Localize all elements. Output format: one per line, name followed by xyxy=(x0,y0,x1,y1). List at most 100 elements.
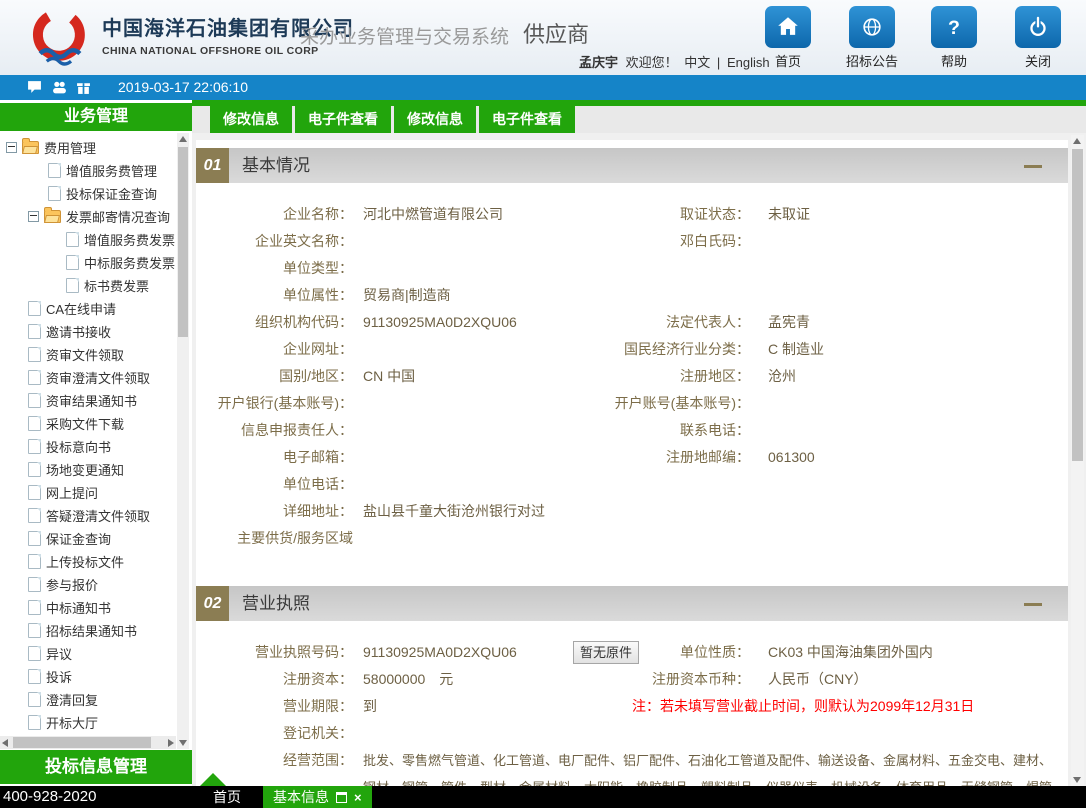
sidebar-item-label: 发票邮寄情况查询 xyxy=(66,207,170,226)
file-icon xyxy=(28,439,41,454)
sidebar-item[interactable]: 投诉 xyxy=(0,665,176,688)
sidebar-item[interactable]: 投标意向书 xyxy=(0,435,176,458)
sidebar-item[interactable]: CA在线申请 xyxy=(0,297,176,320)
sidebar-item[interactable]: 网上提问 xyxy=(0,481,176,504)
file-icon xyxy=(28,393,41,408)
sidebar-item[interactable]: 保证金查询 xyxy=(0,527,176,550)
scroll-down-arrow[interactable] xyxy=(1073,777,1081,783)
field-value: 孟宪青 xyxy=(768,309,810,336)
sidebar-item[interactable]: 费用管理 xyxy=(0,136,176,159)
nav-help[interactable]: ? 帮助 xyxy=(918,6,990,70)
scroll-up-arrow[interactable] xyxy=(179,136,187,142)
field-label: 国别/地区： xyxy=(196,363,353,390)
welcome-text: 欢迎您！ xyxy=(626,55,678,70)
file-icon xyxy=(28,301,41,316)
tab-eattachment-view-1[interactable]: 电子件查看 xyxy=(295,106,391,133)
sidebar-item[interactable]: 发票邮寄情况查询 xyxy=(0,205,176,228)
sidebar-section-bid-info[interactable]: 投标信息管理 xyxy=(0,750,192,784)
message-icon[interactable] xyxy=(27,80,42,95)
sidebar-item[interactable]: 资审结果通知书 xyxy=(0,389,176,412)
lang-zh-link[interactable]: 中文 xyxy=(684,55,710,70)
tab-modify-info-1[interactable]: 修改信息 xyxy=(210,106,292,133)
toolbar-tabs: 修改信息 电子件查看 修改信息 电子件查看 xyxy=(192,106,1086,133)
sidebar-vertical-scrollbar[interactable] xyxy=(177,133,189,749)
main-vertical-scrollbar[interactable] xyxy=(1071,135,1084,786)
scrollbar-thumb[interactable] xyxy=(178,147,188,337)
sidebar-item-label: 资审澄清文件领取 xyxy=(46,368,150,387)
scroll-up-arrow[interactable] xyxy=(1073,138,1081,144)
field-value: 061300 xyxy=(768,444,815,471)
file-icon xyxy=(28,646,41,661)
scrollbar-thumb[interactable] xyxy=(13,737,151,748)
file-icon xyxy=(28,531,41,546)
sidebar-item[interactable]: 资审澄清文件领取 xyxy=(0,366,176,389)
sidebar-item[interactable]: 异议 xyxy=(0,642,176,665)
form-row: 主要供货/服务区域 xyxy=(196,525,1068,552)
sidebar-item[interactable]: 采购文件下载 xyxy=(0,412,176,435)
sidebar-section-business[interactable]: 业务管理 xyxy=(0,103,192,131)
expand-toggle-icon[interactable] xyxy=(28,211,39,222)
scroll-down-arrow[interactable] xyxy=(179,740,187,746)
power-icon[interactable] xyxy=(1015,6,1061,48)
contacts-icon[interactable] xyxy=(52,80,67,95)
sidebar-item[interactable]: 增值服务费管理 xyxy=(0,159,176,182)
nav-tender-announcements[interactable]: 招标公告 xyxy=(836,6,908,70)
file-icon xyxy=(28,554,41,569)
sidebar-item[interactable]: 参与报价 xyxy=(0,573,176,596)
home-icon[interactable] xyxy=(765,6,811,48)
expand-toggle-icon[interactable] xyxy=(6,142,17,153)
current-datetime: 2019-03-17 22:06:10 xyxy=(118,79,248,95)
sidebar-item-label: 异议 xyxy=(46,644,72,663)
sidebar-item[interactable]: 资审文件领取 xyxy=(0,343,176,366)
sidebar-item[interactable]: 上传投标文件 xyxy=(0,550,176,573)
section-basic-info-header: 01 基本情况 xyxy=(196,148,1068,183)
sidebar-item-label: 投标意向书 xyxy=(46,437,111,456)
file-icon xyxy=(28,692,41,707)
globe-icon[interactable] xyxy=(849,6,895,48)
restore-window-icon[interactable] xyxy=(336,792,347,803)
collapse-icon[interactable] xyxy=(1024,603,1042,606)
status-bar: 2019-03-17 22:06:10 xyxy=(0,75,1086,100)
tab-modify-info-2[interactable]: 修改信息 xyxy=(394,106,476,133)
sidebar-item[interactable]: 增值服务费发票 xyxy=(0,228,176,251)
file-icon xyxy=(28,600,41,615)
field-value: 河北中燃管道有限公司 xyxy=(363,201,503,228)
sidebar-item[interactable]: 投标保证金查询 xyxy=(0,182,176,205)
help-icon[interactable]: ? xyxy=(931,6,977,48)
file-icon xyxy=(28,462,41,477)
gift-icon[interactable] xyxy=(76,80,91,95)
nav-home[interactable]: 首页 xyxy=(752,6,824,70)
nav-close[interactable]: 关闭 xyxy=(1002,6,1074,70)
scrollbar-thumb[interactable] xyxy=(1072,149,1083,461)
footer-home-link[interactable]: 首页 xyxy=(213,786,241,808)
file-icon xyxy=(28,508,41,523)
form-row: 详细地址：盐山县千童大街沧州银行对过 xyxy=(196,498,1068,525)
field-label: 注册地邮编： xyxy=(570,444,750,471)
sidebar-item[interactable]: 场地变更通知 xyxy=(0,458,176,481)
field-label: 企业名称： xyxy=(196,201,353,228)
form-row: 国别/地区：CN 中国注册地区：沧州 xyxy=(196,363,1068,390)
sidebar-item[interactable]: 答疑澄清文件领取 xyxy=(0,504,176,527)
sidebar-horizontal-scrollbar[interactable] xyxy=(0,736,176,749)
footer-tab-basic-info[interactable]: 基本信息 × xyxy=(263,786,372,808)
field-label: 企业网址： xyxy=(196,336,353,363)
sidebar-item[interactable]: 中标通知书 xyxy=(0,596,176,619)
sidebar-item[interactable]: 开标大厅 xyxy=(0,711,176,734)
system-name: 采办业务管理与交易系统 xyxy=(300,22,509,49)
scroll-right-arrow[interactable] xyxy=(168,739,174,747)
sidebar-item[interactable]: 中标服务费发票 xyxy=(0,251,176,274)
scroll-left-arrow[interactable] xyxy=(2,739,8,747)
sidebar-item[interactable]: 邀请书接收 xyxy=(0,320,176,343)
close-tab-icon[interactable]: × xyxy=(354,790,362,805)
section-number: 01 xyxy=(196,148,229,183)
business-license-form: 营业执照号码：91130925MA0D2XQU06暂无原件单位性质：CK03 中… xyxy=(196,639,1068,774)
sidebar-item[interactable]: 标书费发票 xyxy=(0,274,176,297)
sidebar-item[interactable]: 招标结果通知书 xyxy=(0,619,176,642)
tab-eattachment-view-2[interactable]: 电子件查看 xyxy=(479,106,575,133)
sidebar-item[interactable]: 澄清回复 xyxy=(0,688,176,711)
field-label: 单位电话： xyxy=(196,471,353,498)
field-label: 取证状态： xyxy=(570,201,750,228)
sidebar-item-label: 澄清回复 xyxy=(46,690,98,709)
field-label: 单位性质： xyxy=(570,639,750,666)
collapse-icon[interactable] xyxy=(1024,165,1042,168)
